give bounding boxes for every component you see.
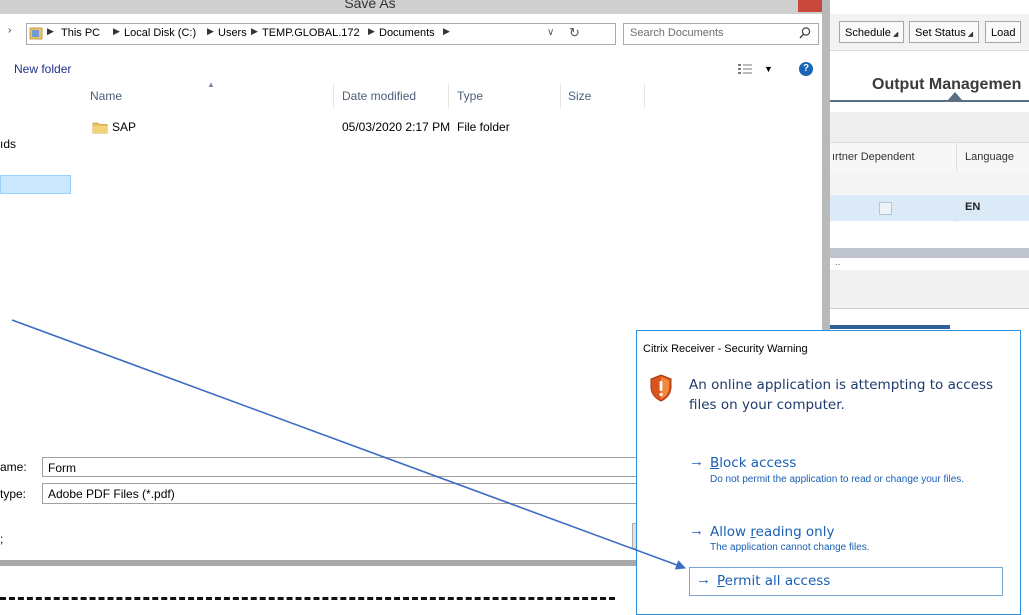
nav-item-selected[interactable] [0,175,71,194]
option-label: eading only [755,524,835,540]
new-folder-button[interactable]: New folder [14,62,71,76]
option-title[interactable]: Allow reading only [710,524,834,540]
column-date-modified[interactable]: Date modified [342,89,416,103]
table-row-selected[interactable] [830,195,1029,221]
search-placeholder: Search Documents [630,27,724,39]
option-label: Allow [710,524,751,540]
column-size[interactable]: Size [568,89,591,103]
folder-icon [92,122,108,134]
breadcrumb-chevron-icon: ▶ [443,26,450,36]
breadcrumb-local-disk[interactable]: Local Disk (C:) [124,27,196,39]
option-label: ermit all access [724,573,831,589]
column-name[interactable]: Name [90,89,122,103]
file-name-value: Form [48,461,76,475]
sap-panel [830,270,1029,309]
arrow-right-icon: → [689,522,704,539]
splitter-bar[interactable] [830,248,1029,258]
language-cell: EN [965,201,981,213]
dropdown-corner-icon: ◢ [967,31,974,38]
view-dropdown-icon[interactable]: ▼ [764,64,773,74]
column-type[interactable]: Type [457,89,483,103]
address-bar[interactable]: ▶ This PC ▶ Local Disk (C:) ▶ Users ▶ TE… [26,23,616,45]
search-input[interactable]: Search Documents [623,23,819,45]
dropdown-corner-icon: ◢ [892,31,899,38]
file-row[interactable]: SAP 05/03/2020 2:17 PM File folder [90,118,650,136]
hide-folders-toggle[interactable]: ; [0,532,3,546]
search-icon [799,27,811,39]
option-title[interactable]: Block access [710,455,796,471]
column-language[interactable]: Language [965,151,1014,163]
file-name-input[interactable]: Form [42,457,702,477]
folder-icon [29,27,43,40]
option-description: Do not permit the application to read or… [710,474,965,485]
column-divider [333,84,334,108]
refresh-icon[interactable]: ↻ [569,25,580,41]
ellipsis-handle[interactable]: .. [835,257,841,268]
set-status-button[interactable]: Set Status ◢ [909,21,980,43]
title-bar[interactable]: Save As [0,0,830,14]
column-divider [560,84,561,108]
save-type-label: type: [0,487,27,501]
view-options-icon[interactable] [737,63,753,75]
sort-ascending-icon: ▲ [207,80,215,89]
chevron-right-icon: › [8,25,12,36]
partner-dependent-checkbox[interactable] [879,202,892,215]
file-name: SAP [112,120,137,134]
option-permit-all-access[interactable]: → Permit all access [689,567,1003,596]
breadcrumb-chevron-icon: ▶ [113,26,120,36]
option-label: lock access [719,455,797,471]
sap-toolbar: Schedule ◢ Set Status ◢ Load [830,14,1029,51]
citrix-security-warning-dialog: Citrix Receiver - Security Warning An on… [636,330,1021,615]
section-caret-icon [948,92,962,100]
schedule-button[interactable]: Schedule ◢ [839,21,905,43]
column-partner-dependent[interactable]: ırtner Dependent [832,151,915,163]
breadcrumb-documents[interactable]: Documents [379,27,435,39]
load-button[interactable]: Load [985,21,1022,43]
tab-indicator [830,325,950,329]
section-title: Output Managemen [872,76,1022,93]
table-row[interactable] [830,171,1029,195]
dialog-title: Save As [344,0,396,11]
shield-warning-icon [650,374,672,402]
dialog-title: Citrix Receiver - Security Warning [643,343,808,355]
table-toolbar [830,112,1029,142]
file-type: File folder [457,120,510,134]
file-date-modified: 05/03/2020 2:17 PM [342,120,451,134]
option-description: The application cannot change files. [710,542,870,553]
save-type-value: Adobe PDF Files (*.pdf) [48,487,175,501]
mnemonic-letter: B [710,455,720,471]
dashed-separator [0,597,615,600]
help-icon[interactable]: ? [799,62,813,76]
breadcrumb-chevron-icon: ▶ [251,26,258,36]
table-header: ırtner Dependent Language [830,142,1029,172]
breadcrumb-temp-global[interactable]: TEMP.GLOBAL.172 [262,27,360,39]
warning-message: An online application is attempting to a… [689,377,994,413]
breadcrumb-users[interactable]: Users [218,27,247,39]
chevron-down-icon[interactable]: ∨ [547,27,554,38]
mnemonic-letter: P [717,573,725,589]
section-underline [830,100,1029,102]
column-divider [448,84,449,108]
breadcrumb-chevron-icon: ▶ [47,26,54,36]
arrow-right-icon: → [696,571,711,588]
arrow-right-icon: → [689,453,704,470]
breadcrumb-chevron-icon: ▶ [368,26,375,36]
save-type-select[interactable]: Adobe PDF Files (*.pdf) [42,483,702,504]
nav-item-downloads[interactable]: ıds [0,137,16,151]
option-title[interactable]: Permit all access [717,573,830,589]
breadcrumb-this-pc[interactable]: This PC [61,27,100,39]
breadcrumb-chevron-icon: ▶ [207,26,214,36]
column-divider [644,84,645,108]
file-name-label: ame: [0,460,27,474]
